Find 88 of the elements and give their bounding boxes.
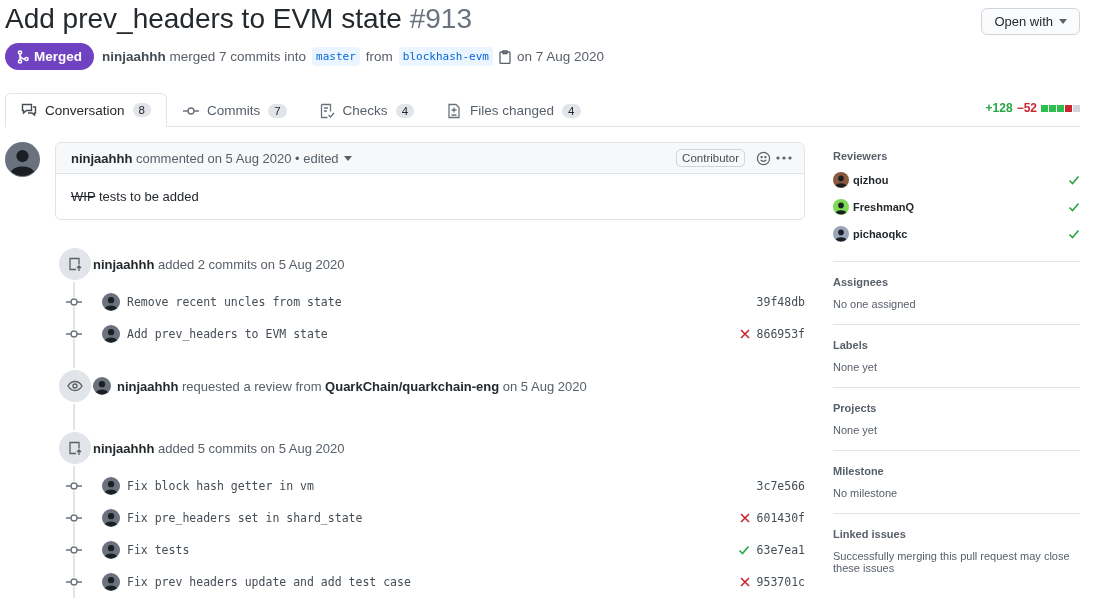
reviewer-name[interactable]: qizhou [853,173,889,186]
section-value: None yet [833,361,879,373]
commit-sha[interactable]: 39f48db [756,295,805,309]
avatar-icon [93,377,111,395]
cross-icon [739,513,750,523]
section-heading[interactable]: Linked issues [833,528,1080,540]
avatar-icon [102,325,120,343]
commit-message[interactable]: Fix tests [127,543,731,557]
avatar-icon [102,293,120,311]
commit-icon [66,513,82,523]
commit-icon [66,481,82,491]
additions-count: +128 [985,101,1013,115]
comment-icon [21,102,37,118]
branch-label[interactable]: blockhash-evm [398,47,493,66]
count-badge: 4 [562,103,581,118]
reviewer-name[interactable]: FreshmanQ [853,200,915,213]
commit-message[interactable]: Fix pre_headers set in shard_state [127,511,731,525]
avatar-icon [102,541,120,559]
count-badge: 8 [132,103,151,117]
reviewer-name[interactable]: pichaoqkc [853,227,908,240]
avatar-icon [833,225,849,242]
commit-icon [66,329,82,339]
clipboard-icon[interactable] [498,49,511,64]
check-icon [1068,200,1080,213]
branch-label[interactable]: master [312,47,360,66]
merge-summary: ninjaahhh merged 7 commits into [102,49,307,64]
section-heading[interactable]: Projects [833,402,1080,414]
merge-date: on 7 Aug 2020 [516,49,604,64]
check-icon [1068,173,1080,186]
pr-title: Add prev_headers to EVM state [5,3,402,34]
avatar-icon [833,198,849,215]
tab[interactable]: Checks 4 [302,93,431,127]
commit-message[interactable]: Fix prev headers update and add test case [127,575,731,589]
check-icon [737,544,750,556]
open-with-button[interactable]: Open with [981,7,1080,35]
avatar-icon [5,142,40,177]
commit-sha[interactable]: 63e7ea1 [756,543,805,557]
section-heading[interactable]: Reviewers [833,150,1080,162]
cross-icon [739,329,750,339]
checklist-icon [318,102,335,119]
tab[interactable]: Commits 7 [166,93,303,127]
comment-header: ninjaahhh commented on 5 Aug 2020 • edited [71,150,339,166]
section-value: No milestone [833,487,899,499]
commit-sha[interactable]: 601430f [756,511,805,525]
event-text: ninjaahhh requested a review from QuarkChain/quarkchain-eng on 5 Aug 2020 [117,378,587,394]
pr-number: #913 [409,3,472,34]
section-value: Successfully merging this pull request may close these issues [833,550,1071,574]
cross-icon [739,577,750,587]
commit-sha[interactable]: 3c7e566 [756,479,805,493]
role-badge: Contributor [676,149,745,167]
count-badge: 4 [395,103,415,118]
check-icon [1068,227,1080,240]
tab[interactable]: Conversation 8 [5,93,167,127]
commit-sha[interactable]: 953701c [756,575,805,589]
count-badge: 7 [268,103,287,118]
commit-message[interactable]: Add prev_headers to EVM state [127,327,731,341]
section-value: No one assigned [833,298,917,310]
merged-badge: Merged [5,43,94,70]
section-heading[interactable]: Milestone [833,465,1080,477]
push-icon [67,440,83,456]
avatar-icon [102,509,120,527]
from-label: from [365,49,393,64]
commit-sha[interactable]: 866953f [756,327,805,341]
tab[interactable]: Files changed 4 [430,93,597,127]
file-diff-icon [446,102,463,119]
section-heading[interactable]: Assignees [833,276,1080,288]
diffstat-bar [1041,104,1080,112]
commit-message[interactable]: Fix block hash getter in vm [127,479,731,493]
avatar-icon [833,171,849,188]
commit-icon [66,545,82,555]
event-text: ninjaahhh added 2 commits on 5 Aug 2020 [93,256,345,272]
caret-icon [1059,18,1067,24]
smiley-icon[interactable] [756,150,771,166]
eye-icon [67,378,83,394]
avatar-icon [102,573,120,591]
section-value: None yet [833,424,879,436]
event-text: ninjaahhh added 5 commits on 5 Aug 2020 [93,440,345,456]
deletions-count: −52 [1016,101,1037,115]
push-icon [67,256,83,272]
commit-icon [66,297,82,307]
commit-icon [66,577,82,587]
commit-message[interactable]: Remove recent uncles from state [127,295,731,309]
merge-icon [17,49,29,64]
caret-icon[interactable] [343,155,352,161]
section-heading[interactable]: Labels [833,339,1080,351]
more-icon[interactable] [776,156,792,160]
avatar-icon [102,477,120,495]
comment-body: WIP tests to be added [70,188,200,206]
